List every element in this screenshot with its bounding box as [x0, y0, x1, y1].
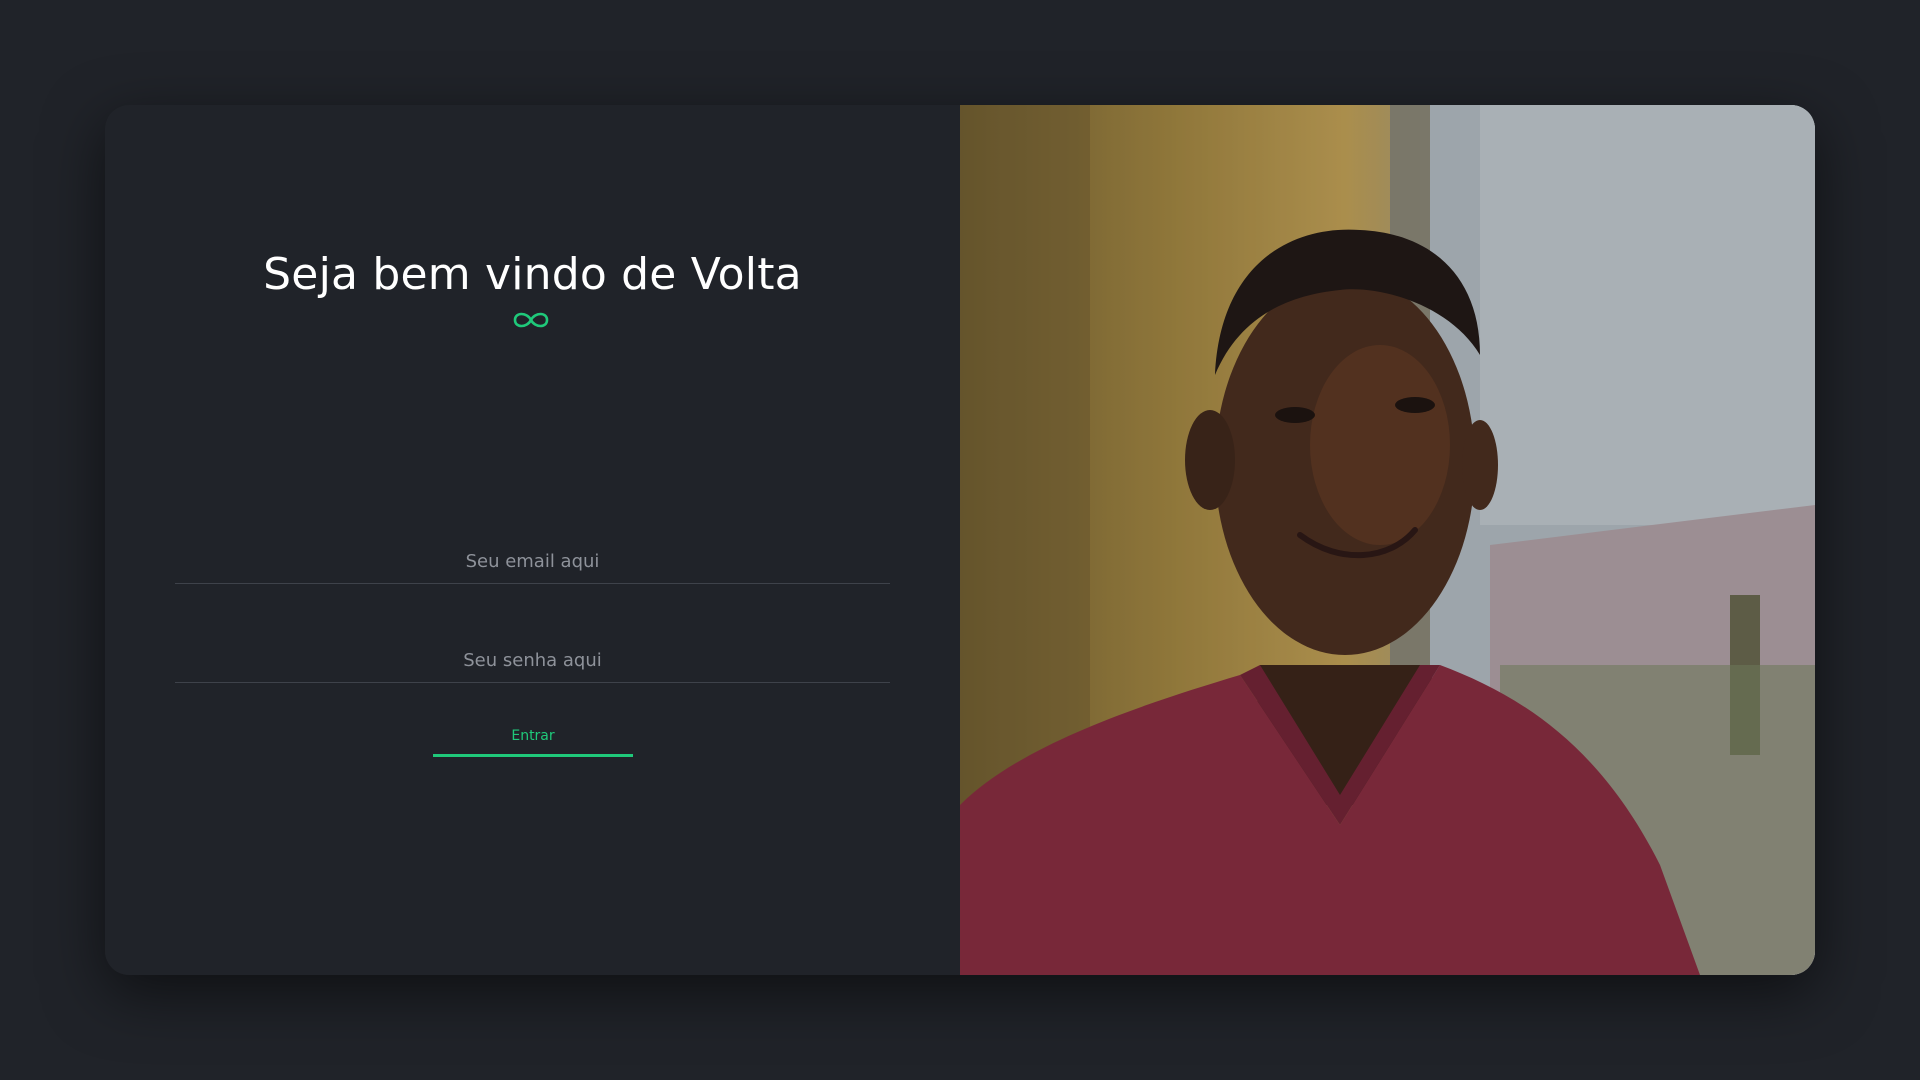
- hero-photo: [960, 105, 1815, 975]
- email-field[interactable]: [175, 539, 890, 584]
- login-panel: Seja bem vindo de Volta Entrar: [105, 105, 960, 975]
- login-button[interactable]: Entrar: [433, 717, 633, 757]
- portrait-image: [960, 105, 1815, 975]
- login-card: Seja bem vindo de Volta Entrar: [105, 105, 1815, 975]
- infinity-icon: [513, 312, 549, 328]
- password-field[interactable]: [175, 638, 890, 683]
- page-title: Seja bem vindo de Volta: [263, 249, 802, 300]
